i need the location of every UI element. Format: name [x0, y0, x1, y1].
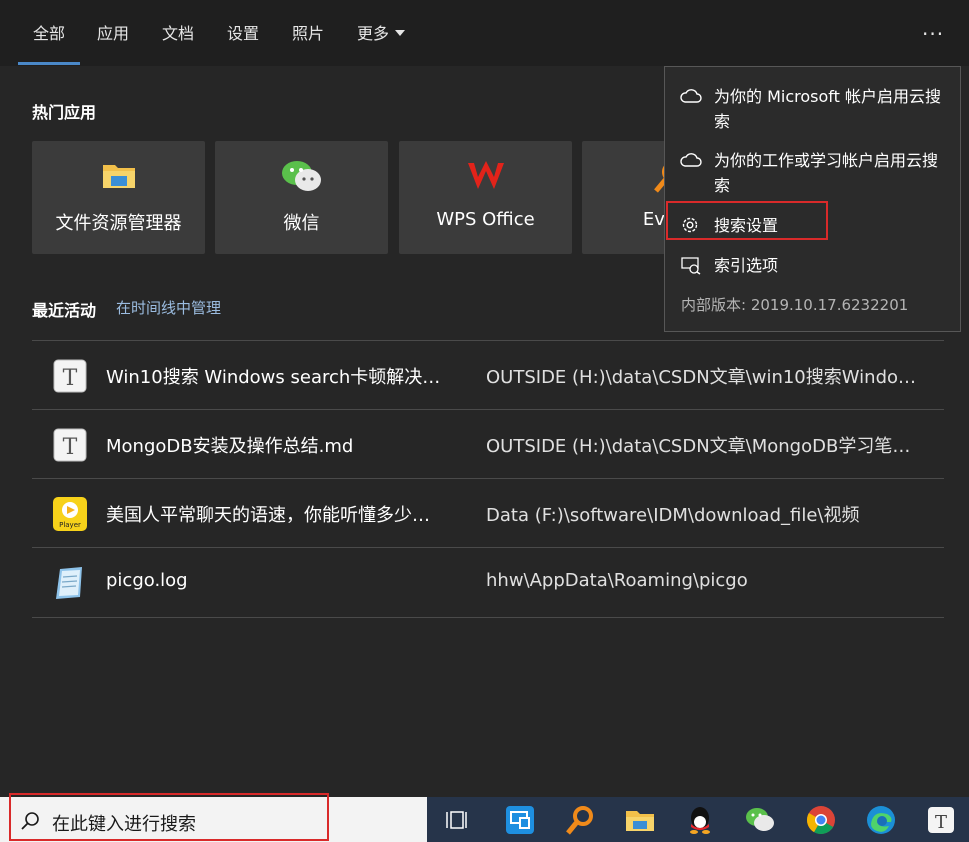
wechat-icon[interactable]: [744, 804, 776, 836]
typora-icon[interactable]: T: [925, 804, 957, 836]
remote-desktop-icon[interactable]: [504, 804, 536, 836]
chrome-icon[interactable]: [805, 804, 837, 836]
svg-text:Player: Player: [59, 521, 81, 529]
folder-icon: [102, 165, 135, 188]
item-name: MongoDB安装及操作总结.md: [106, 436, 354, 457]
cloud-icon: [680, 89, 702, 103]
tab-all[interactable]: 全部: [33, 20, 65, 44]
options-menu: 为你的 Microsoft 帐户启用云搜索 为你的工作或学习帐户启用云搜索 搜索…: [664, 66, 961, 332]
app-tile-wechat[interactable]: 微信: [215, 141, 388, 254]
active-tab-indicator: [18, 62, 80, 65]
wechat-icon: [281, 161, 321, 191]
menu-item-cloud-search-microsoft[interactable]: 为你的 Microsoft 帐户启用云搜索: [665, 84, 960, 134]
item-path: OUTSIDE (H:)\data\CSDN文章\MongoDB学习笔…: [486, 436, 911, 457]
task-view-icon[interactable]: [443, 804, 475, 836]
tab-more-label: 更多: [357, 24, 390, 43]
svg-text:T: T: [935, 812, 947, 833]
item-name: 美国人平常聊天的语速，你能听懂多少…: [106, 505, 430, 526]
menu-item-label: 为你的工作或学习帐户启用云搜索: [714, 151, 939, 195]
menu-item-indexing-options[interactable]: 索引选项: [665, 253, 960, 281]
menu-item-label: 索引选项: [714, 256, 779, 275]
edge-icon[interactable]: [865, 804, 897, 836]
text-file-icon: T: [53, 359, 87, 393]
tab-apps[interactable]: 应用: [97, 20, 129, 44]
text-file-icon: T: [53, 428, 87, 462]
tab-settings[interactable]: 设置: [227, 20, 259, 44]
highlight-box-search-box: [9, 793, 329, 841]
tile-label: WPS Office: [436, 209, 535, 230]
tile-label: 微信: [283, 213, 320, 234]
svg-text:T: T: [63, 435, 78, 460]
menu-item-cloud-search-work[interactable]: 为你的工作或学习帐户启用云搜索: [665, 148, 960, 198]
item-path: Data (F:)\software\IDM\download_file\视频: [486, 505, 860, 526]
item-path: OUTSIDE (H:)\data\CSDN文章\win10搜索Windo…: [486, 367, 917, 388]
indexing-options-icon: [681, 257, 701, 275]
tab-bar: 全部 应用 文档 设置 照片 更多 ···: [0, 0, 969, 66]
tab-photos[interactable]: 照片: [292, 20, 324, 44]
tab-documents[interactable]: 文档: [162, 20, 194, 44]
file-explorer-icon[interactable]: [624, 804, 656, 836]
item-path: hhw\AppData\Roaming\picgo: [486, 570, 748, 591]
tab-more[interactable]: 更多: [357, 20, 406, 44]
recent-title: 最近活动: [32, 301, 97, 320]
item-name: picgo.log: [106, 570, 188, 591]
notepad-icon: [56, 567, 82, 599]
item-name: Win10搜索 Windows search卡顿解决…: [106, 367, 441, 388]
everything-icon[interactable]: [564, 804, 596, 836]
chevron-down-icon: [395, 30, 406, 36]
video-player-icon: Player: [53, 497, 87, 531]
list-item[interactable]: T Win10搜索 Windows search卡顿解决… OUTSIDE (H…: [32, 340, 944, 410]
list-item[interactable]: T MongoDB安装及操作总结.md OUTSIDE (H:)\data\CS…: [32, 409, 944, 479]
cloud-icon: [680, 153, 702, 167]
app-tile-file-explorer[interactable]: 文件资源管理器: [32, 141, 205, 254]
list-item[interactable]: picgo.log hhw\AppData\Roaming\picgo: [32, 547, 944, 618]
tile-label: 文件资源管理器: [55, 213, 182, 234]
manage-timeline-link[interactable]: 在时间线中管理: [116, 297, 221, 318]
menu-item-label: 为你的 Microsoft 帐户启用云搜索: [714, 87, 941, 131]
ellipsis-icon[interactable]: ···: [922, 22, 944, 46]
svg-text:T: T: [63, 366, 78, 391]
top-apps-title: 热门应用: [32, 103, 97, 122]
build-version: 内部版本: 2019.10.17.6232201: [681, 296, 909, 314]
wps-icon: [467, 161, 504, 189]
list-item[interactable]: Player 美国人平常聊天的语速，你能听懂多少… Data (F:)\soft…: [32, 478, 944, 548]
highlight-box-search-settings: [666, 201, 828, 240]
qq-icon[interactable]: [684, 804, 716, 836]
app-tile-wps[interactable]: WPS Office: [399, 141, 572, 254]
